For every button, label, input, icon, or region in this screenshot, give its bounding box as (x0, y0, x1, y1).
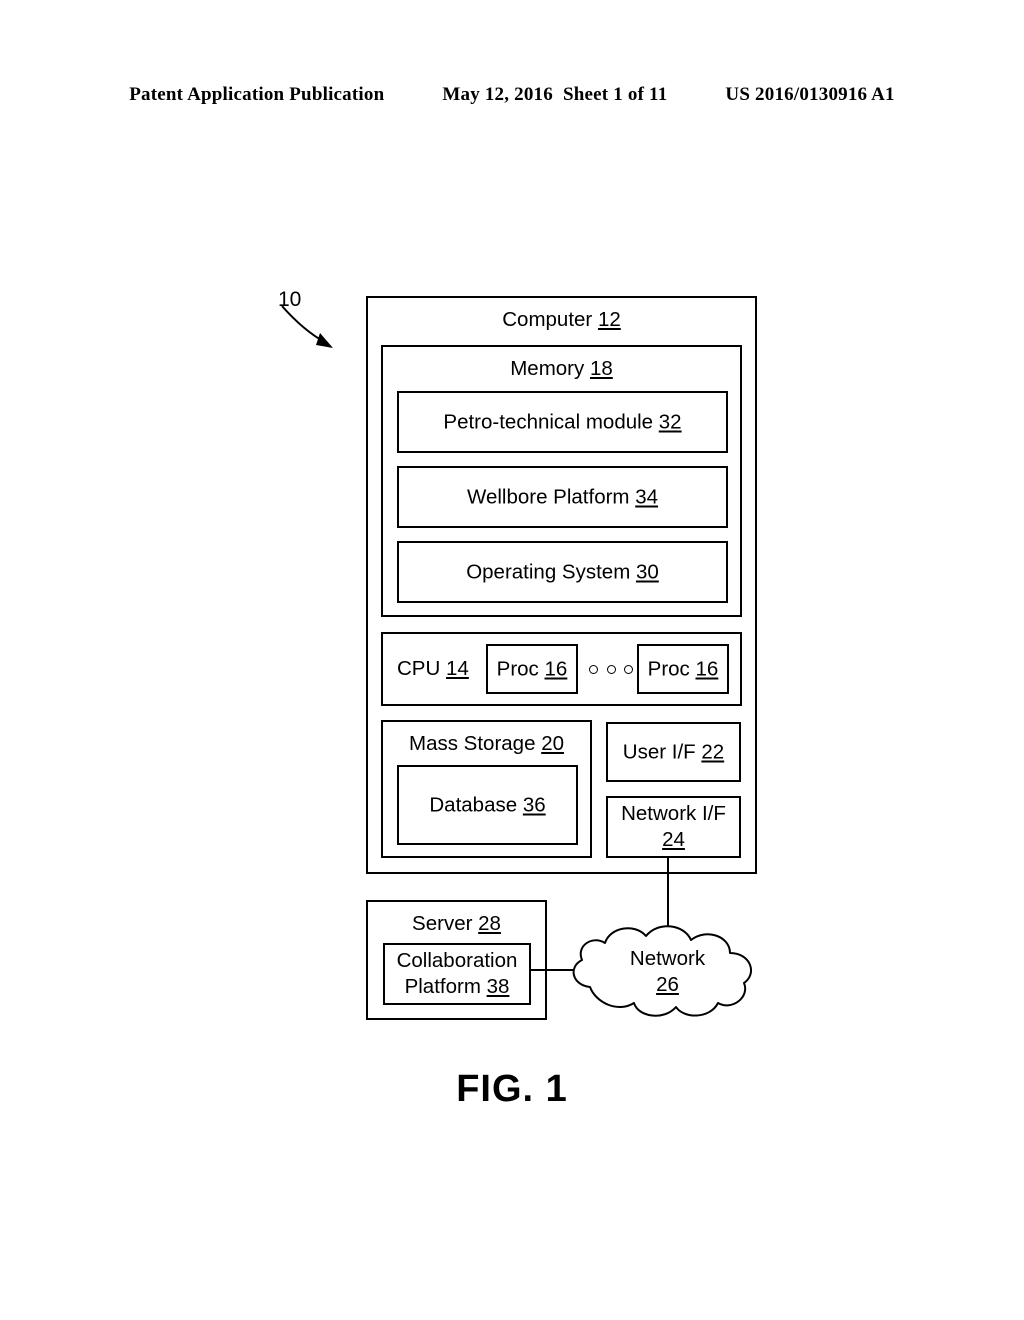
database-block: Database 36 (397, 765, 578, 845)
processor-1-label: Proc 16 (496, 657, 568, 681)
leader-line-arrow-icon (281, 305, 333, 348)
circle-dot-1 (589, 664, 598, 674)
processor-block-1: Proc 16 (486, 644, 578, 694)
cpu-label: CPU 14 (397, 657, 469, 680)
computer-label: Computer 12 (502, 308, 621, 331)
network-interface-label: Network I/F 24 (621, 802, 726, 851)
circle-dot-2 (606, 664, 616, 674)
memory-label: Memory 18 (510, 357, 613, 380)
wellbore-platform-label: Wellbore Platform 34 (466, 485, 659, 509)
server-label: Server 28 (412, 912, 501, 935)
circle-dot-3 (624, 664, 633, 674)
database-label: Database 36 (429, 793, 546, 817)
figure-1-diagram: 10 Computer 12 Memory 18 Petro-technical… (0, 0, 1024, 1320)
three-circles-icon (589, 662, 633, 676)
user-interface-block: User I/F 22 (606, 722, 741, 782)
figure-caption: FIG. 1 (456, 1068, 568, 1110)
collaboration-platform-block: Collaboration Platform 38 (383, 943, 531, 1005)
processor-2-label: Proc 16 (647, 657, 719, 681)
network-cloud-block: Network 26 (560, 915, 775, 1025)
operating-system-block: Operating System 30 (397, 541, 728, 603)
mass-storage-label: Mass Storage 20 (409, 732, 564, 755)
network-interface-block: Network I/F 24 (606, 796, 741, 858)
operating-system-label: Operating System 30 (466, 560, 659, 584)
network-cloud-label: Network 26 (629, 947, 706, 996)
petro-technical-module-block: Petro-technical module 32 (397, 391, 728, 453)
user-interface-label: User I/F 22 (622, 740, 725, 764)
processor-block-2: Proc 16 (637, 644, 729, 694)
collaboration-platform-label: Collaboration Platform 38 (396, 949, 518, 998)
wellbore-platform-block: Wellbore Platform 34 (397, 466, 728, 528)
petro-technical-module-label: Petro-technical module 32 (443, 410, 682, 434)
